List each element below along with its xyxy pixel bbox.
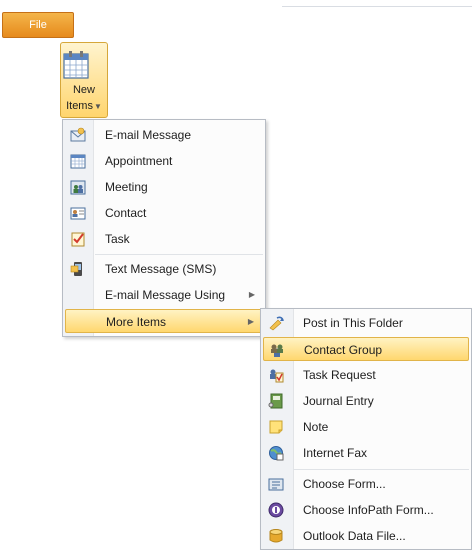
- task-request-icon: [268, 367, 284, 383]
- menu-item-label: Task: [105, 232, 130, 246]
- new-items-icon: [61, 49, 107, 81]
- menu-item-label: Appointment: [105, 154, 173, 168]
- email-message-icon: [70, 127, 86, 143]
- text-message-icon: [70, 261, 86, 277]
- menu-item-label: Note: [303, 420, 329, 434]
- meeting-icon: [70, 179, 86, 195]
- menu-item-label: Journal Entry: [303, 394, 374, 408]
- appointment-icon: [70, 153, 86, 169]
- menu-item-label: Meeting: [105, 180, 148, 194]
- note-icon: [268, 419, 284, 435]
- menu-item-note[interactable]: Note: [263, 415, 469, 439]
- menu-item-label: Contact: [105, 206, 147, 220]
- menu-item-more-items[interactable]: More Items ▶: [65, 309, 263, 333]
- menu-item-label: Task Request: [303, 368, 376, 382]
- menu-item-journal-entry[interactable]: Journal Entry: [263, 389, 469, 413]
- menu-item-contact[interactable]: Contact: [65, 201, 263, 225]
- menu-item-choose-infopath-form[interactable]: Choose InfoPath Form...: [263, 498, 469, 522]
- menu-item-task[interactable]: Task: [65, 227, 263, 251]
- window-top-border: [282, 6, 472, 7]
- menu-item-label: Outlook Data File...: [303, 529, 406, 543]
- menu-item-meeting[interactable]: Meeting: [65, 175, 263, 199]
- menu-item-label: E-mail Message: [105, 128, 192, 142]
- new-items-label-line1: New: [72, 84, 95, 96]
- submenu-arrow-icon: ▶: [248, 290, 255, 299]
- file-tab[interactable]: File: [2, 12, 74, 38]
- menu-item-label: Text Message (SMS): [105, 262, 217, 276]
- menu-item-email-message-using[interactable]: E-mail Message Using ▶: [65, 283, 263, 307]
- new-items-button[interactable]: New Items▼: [60, 42, 108, 118]
- menu-separator: [293, 469, 469, 470]
- contact-icon: [70, 205, 86, 221]
- menu-item-text-message[interactable]: Text Message (SMS): [65, 257, 263, 281]
- more-items-submenu: Post in This Folder Contact Group Task R…: [260, 308, 472, 550]
- menu-item-label: Contact Group: [304, 343, 383, 357]
- task-icon: [70, 231, 86, 247]
- menu-item-appointment[interactable]: Appointment: [65, 149, 263, 173]
- new-items-label-line2: Items▼: [66, 100, 102, 112]
- infopath-form-icon: [268, 502, 284, 518]
- menu-item-choose-form[interactable]: Choose Form...: [263, 472, 469, 496]
- menu-item-label: Post in This Folder: [303, 316, 403, 330]
- menu-item-task-request[interactable]: Task Request: [263, 363, 469, 387]
- post-icon: [268, 315, 284, 331]
- journal-entry-icon: [268, 393, 284, 409]
- menu-item-post-in-this-folder[interactable]: Post in This Folder: [263, 311, 469, 335]
- menu-item-label: More Items: [106, 315, 167, 329]
- internet-fax-icon: [268, 445, 284, 461]
- menu-item-outlook-data-file[interactable]: Outlook Data File...: [263, 524, 469, 548]
- new-items-menu: E-mail Message Appointment Meeting Conta…: [62, 119, 266, 337]
- menu-separator: [95, 254, 263, 255]
- outlook-data-file-icon: [268, 528, 284, 544]
- submenu-arrow-icon: ▶: [247, 317, 254, 326]
- dropdown-arrow-icon: ▼: [93, 102, 102, 111]
- menu-item-internet-fax[interactable]: Internet Fax: [263, 441, 469, 465]
- contact-group-icon: [269, 342, 285, 358]
- choose-form-icon: [268, 476, 284, 492]
- menu-item-label: Choose InfoPath Form...: [303, 503, 434, 517]
- menu-item-label: Choose Form...: [303, 477, 386, 491]
- menu-item-label: Internet Fax: [303, 446, 368, 460]
- menu-item-contact-group[interactable]: Contact Group: [263, 337, 469, 361]
- menu-item-email-message[interactable]: E-mail Message: [65, 123, 263, 147]
- menu-item-label: E-mail Message Using: [105, 288, 226, 302]
